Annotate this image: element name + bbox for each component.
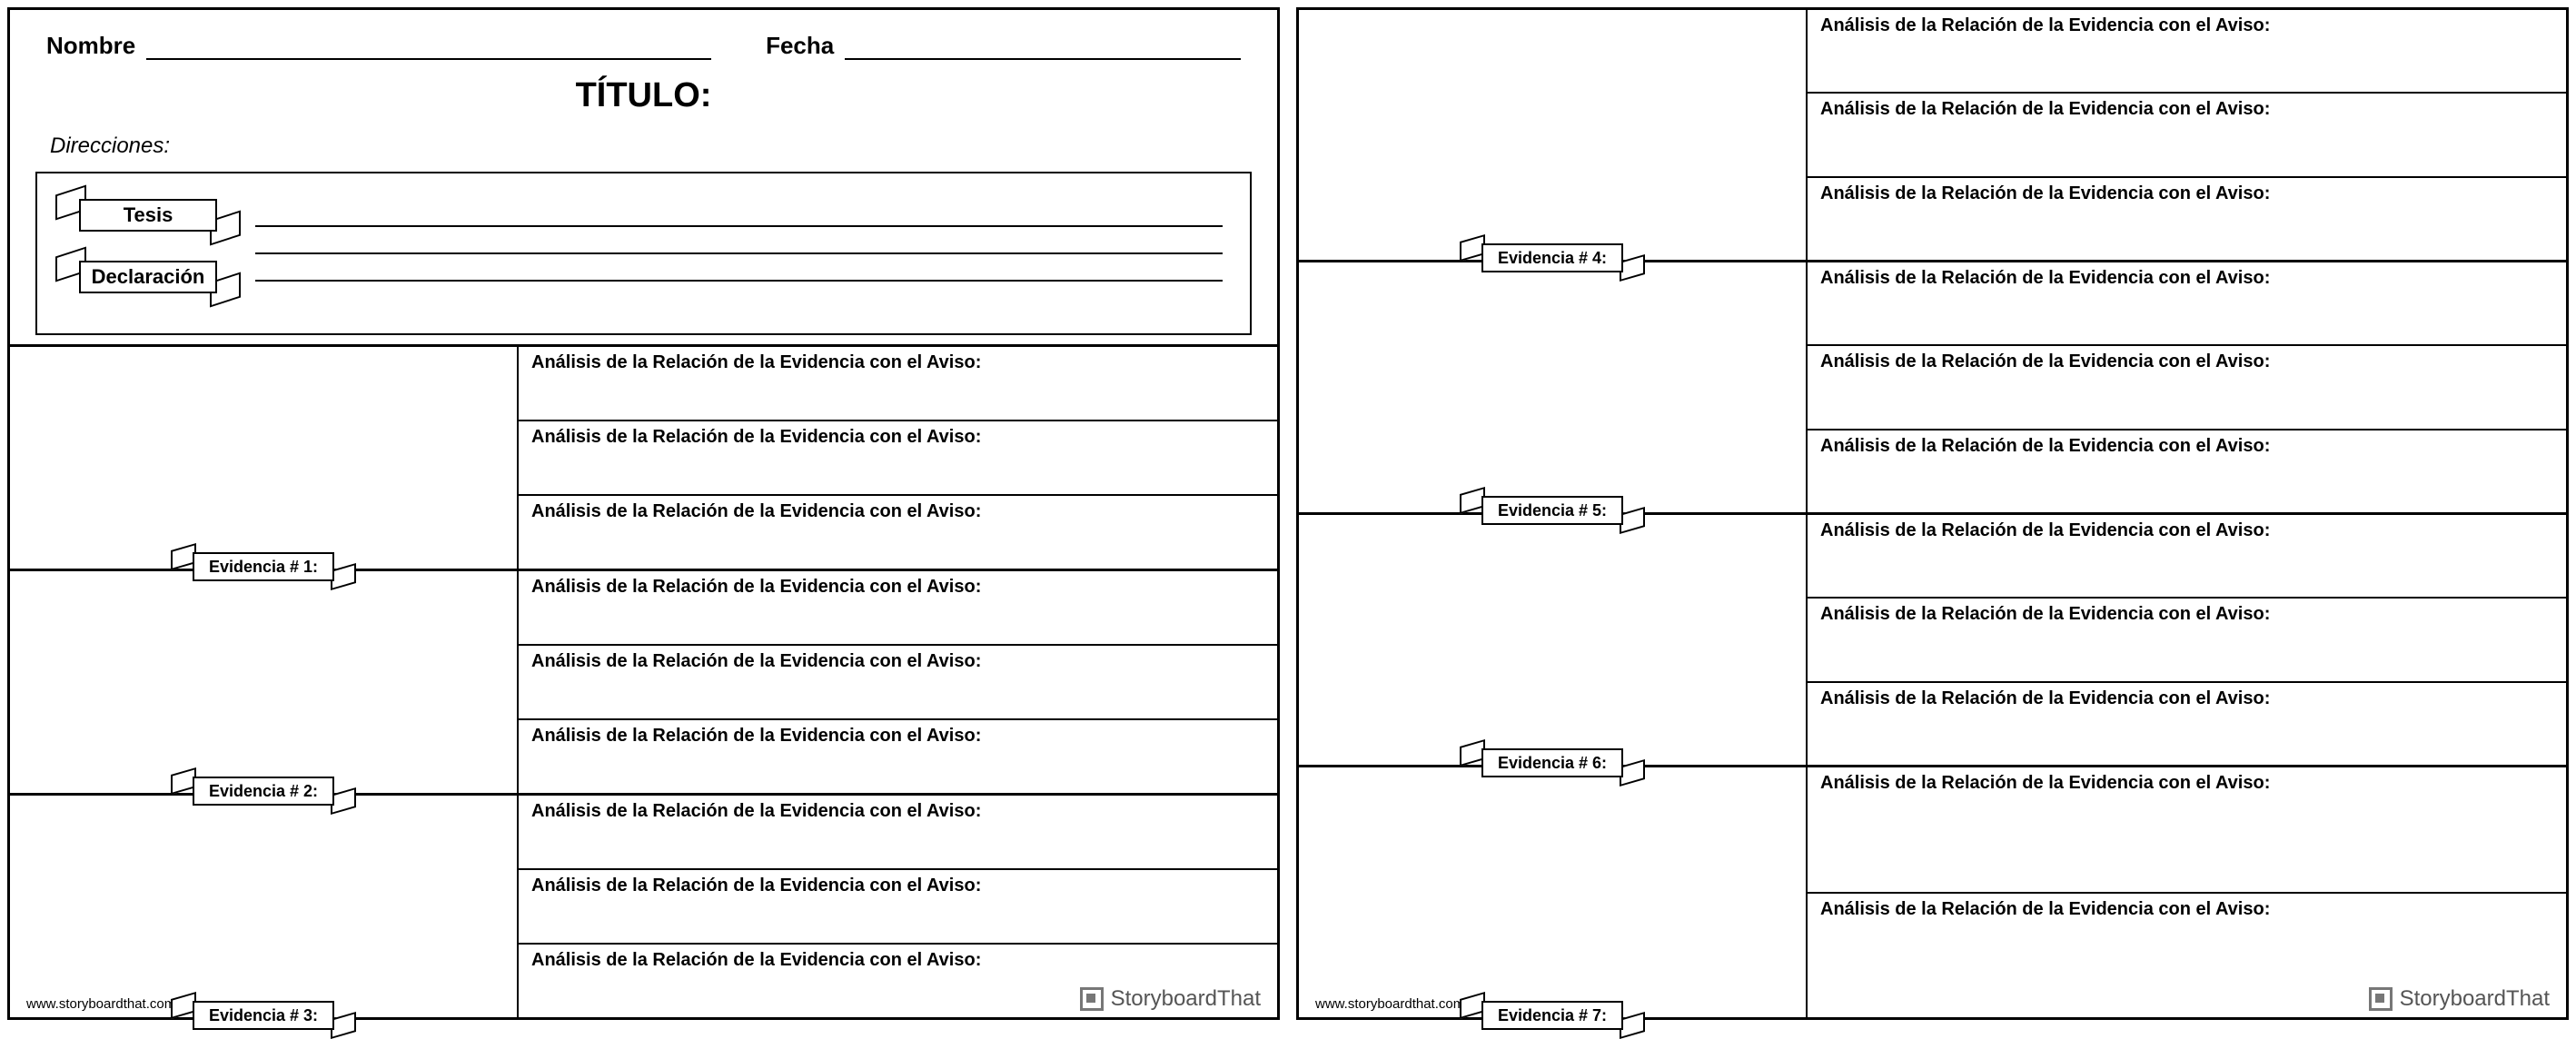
evidence-banner: Evidencia # 3:	[173, 997, 354, 1034]
thesis-banner-line2: Declaración	[79, 261, 217, 293]
analysis-row[interactable]: Análisis de la Relación de la Evidencia …	[1808, 262, 2566, 346]
evidence-banner-label: Evidencia # 7:	[1481, 1001, 1623, 1030]
evidence-block: Evidencia # 6:Análisis de la Relación de…	[1299, 515, 2566, 767]
analysis-row[interactable]: Análisis de la Relación de la Evidencia …	[519, 720, 1277, 793]
evidence-banner: Evidencia # 1:	[173, 549, 354, 585]
evidence-left-cell[interactable]: Evidencia # 3:	[10, 796, 519, 1017]
directions-label: Direcciones:	[10, 115, 1277, 172]
evidence-banner: Evidencia # 2:	[173, 773, 354, 809]
evidence-block: Evidencia # 4:Análisis de la Relación de…	[1299, 10, 2566, 262]
name-label: Nombre	[46, 32, 135, 60]
evidence-banner-label: Evidencia # 4:	[1481, 243, 1623, 272]
analysis-row[interactable]: Análisis de la Relación de la Evidencia …	[519, 796, 1277, 870]
analysis-row[interactable]: Análisis de la Relación de la Evidencia …	[1808, 599, 2566, 682]
worksheet-page-1: Nombre Fecha TÍTULO: Direcciones: Tesis …	[7, 7, 1280, 1020]
evidence-left-cell[interactable]: Evidencia # 7:	[1299, 767, 1808, 1017]
evidence-area-p1: Evidencia # 1:Análisis de la Relación de…	[10, 344, 1277, 1017]
evidence-banner: Evidencia # 6:	[1461, 745, 1643, 781]
analysis-row[interactable]: Análisis de la Relación de la Evidencia …	[1808, 894, 2566, 1018]
evidence-block: Evidencia # 5:Análisis de la Relación de…	[1299, 262, 2566, 515]
thesis-banner-line1: Tesis	[79, 199, 217, 232]
analysis-column: Análisis de la Relación de la Evidencia …	[1808, 10, 2566, 260]
worksheet-page-2: Evidencia # 4:Análisis de la Relación de…	[1296, 7, 2569, 1020]
analysis-row[interactable]: Análisis de la Relación de la Evidencia …	[1808, 683, 2566, 765]
date-field[interactable]: Fecha	[766, 32, 1241, 60]
evidence-banner-label: Evidencia # 3:	[193, 1001, 334, 1030]
evidence-banner: Evidencia # 4:	[1461, 240, 1643, 276]
evidence-block: Evidencia # 1:Análisis de la Relación de…	[10, 347, 1277, 571]
analysis-row[interactable]: Análisis de la Relación de la Evidencia …	[1808, 767, 2566, 894]
header-row: Nombre Fecha	[10, 10, 1277, 60]
analysis-row[interactable]: Análisis de la Relación de la Evidencia …	[519, 496, 1277, 569]
evidence-banner-label: Evidencia # 2:	[193, 777, 334, 806]
date-label: Fecha	[766, 32, 834, 60]
name-input-line[interactable]	[146, 36, 711, 60]
analysis-column: Análisis de la Relación de la Evidencia …	[1808, 262, 2566, 512]
analysis-row[interactable]: Análisis de la Relación de la Evidencia …	[1808, 346, 2566, 430]
thesis-box[interactable]: Tesis Declaración	[35, 172, 1252, 335]
analysis-row[interactable]: Análisis de la Relación de la Evidencia …	[519, 421, 1277, 496]
analysis-row[interactable]: Análisis de la Relación de la Evidencia …	[1808, 178, 2566, 260]
analysis-column: Análisis de la Relación de la Evidencia …	[1808, 767, 2566, 1017]
evidence-left-cell[interactable]: Evidencia # 6:	[1299, 515, 1808, 765]
analysis-column: Análisis de la Relación de la Evidencia …	[519, 571, 1277, 793]
thesis-line-3[interactable]	[255, 280, 1223, 282]
evidence-block: Evidencia # 7:Análisis de la Relación de…	[1299, 767, 2566, 1017]
analysis-row[interactable]: Análisis de la Relación de la Evidencia …	[519, 945, 1277, 1017]
thesis-line-2[interactable]	[255, 252, 1223, 254]
analysis-row[interactable]: Análisis de la Relación de la Evidencia …	[1808, 10, 2566, 94]
evidence-banner: Evidencia # 5:	[1461, 492, 1643, 529]
thesis-banner: Tesis Declaración	[57, 193, 239, 317]
analysis-column: Análisis de la Relación de la Evidencia …	[1808, 515, 2566, 765]
analysis-row[interactable]: Análisis de la Relación de la Evidencia …	[1808, 94, 2566, 177]
date-input-line[interactable]	[845, 36, 1241, 60]
evidence-banner-label: Evidencia # 6:	[1481, 748, 1623, 777]
analysis-column: Análisis de la Relación de la Evidencia …	[519, 347, 1277, 569]
analysis-row[interactable]: Análisis de la Relación de la Evidencia …	[519, 347, 1277, 421]
analysis-row[interactable]: Análisis de la Relación de la Evidencia …	[519, 870, 1277, 945]
thesis-line-1[interactable]	[255, 225, 1223, 227]
page-title: TÍTULO:	[10, 76, 1277, 115]
analysis-row[interactable]: Análisis de la Relación de la Evidencia …	[519, 646, 1277, 720]
evidence-left-cell[interactable]: Evidencia # 4:	[1299, 10, 1808, 260]
analysis-column: Análisis de la Relación de la Evidencia …	[519, 796, 1277, 1017]
evidence-area-p2: Evidencia # 4:Análisis de la Relación de…	[1299, 10, 2566, 1017]
evidence-banner-label: Evidencia # 5:	[1481, 496, 1623, 525]
evidence-banner: Evidencia # 7:	[1461, 997, 1643, 1034]
evidence-left-cell[interactable]: Evidencia # 1:	[10, 347, 519, 569]
evidence-block: Evidencia # 2:Análisis de la Relación de…	[10, 571, 1277, 796]
name-field[interactable]: Nombre	[46, 32, 711, 60]
evidence-block: Evidencia # 3:Análisis de la Relación de…	[10, 796, 1277, 1017]
evidence-left-cell[interactable]: Evidencia # 2:	[10, 571, 519, 793]
evidence-left-cell[interactable]: Evidencia # 5:	[1299, 262, 1808, 512]
analysis-row[interactable]: Análisis de la Relación de la Evidencia …	[1808, 430, 2566, 512]
analysis-row[interactable]: Análisis de la Relación de la Evidencia …	[519, 571, 1277, 646]
analysis-row[interactable]: Análisis de la Relación de la Evidencia …	[1808, 515, 2566, 599]
evidence-banner-label: Evidencia # 1:	[193, 552, 334, 581]
